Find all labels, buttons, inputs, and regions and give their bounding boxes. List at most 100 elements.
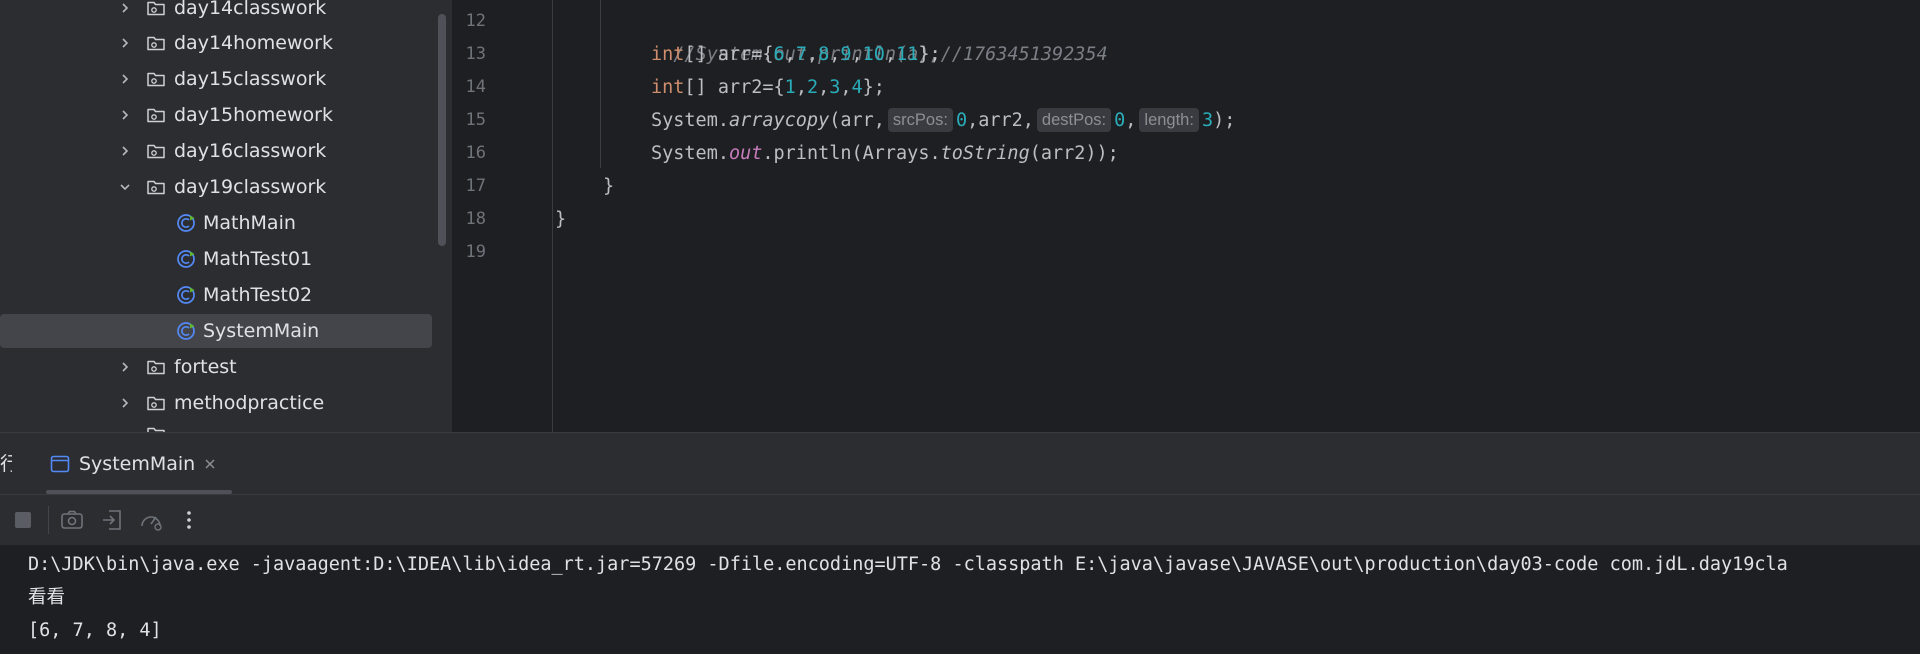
- tree-item-fortest[interactable]: fortest: [0, 350, 432, 384]
- camera-icon[interactable]: [59, 507, 85, 533]
- package-folder-icon: [146, 69, 166, 89]
- static-field: out: [728, 143, 763, 164]
- line-number: 14: [465, 77, 486, 97]
- tree-item-day14classwork[interactable]: day14classwork: [0, 0, 432, 25]
- package-folder-icon: [146, 33, 166, 53]
- code-text: };: [918, 44, 941, 65]
- param-hint-srcpos: srcPos:: [887, 108, 953, 132]
- profiler-icon[interactable]: [138, 507, 164, 533]
- line-number: 18: [465, 209, 486, 229]
- number-literal: 1: [784, 77, 796, 98]
- indent-guide: [600, 0, 601, 168]
- code-text: [] arr={: [684, 44, 774, 65]
- number-literal: 4: [851, 77, 863, 98]
- tree-item-day14homework[interactable]: day14homework: [0, 26, 432, 60]
- tree-item-mathmain[interactable]: MathMain: [0, 206, 432, 240]
- more-options-icon[interactable]: [176, 507, 202, 533]
- code-text: ,: [1125, 110, 1137, 131]
- tree-item-label: day15homework: [174, 104, 333, 126]
- package-folder-icon: [146, 177, 166, 197]
- number-literal: 8: [818, 44, 830, 65]
- code-line-15[interactable]: System.arraycopy(arr, srcPos: 0,arr2, destP…: [651, 104, 1235, 137]
- run-tab-bar: [0, 433, 1920, 495]
- line-number: 15: [465, 110, 486, 130]
- active-tab-indicator: [46, 490, 232, 494]
- keyword: int: [651, 44, 685, 65]
- code-text: (arr2));: [1029, 143, 1119, 164]
- chevron-right-icon[interactable]: [119, 109, 131, 121]
- code-text: System.: [651, 143, 729, 164]
- keyword: int: [651, 77, 685, 98]
- line-number: 12: [465, 11, 486, 31]
- code-line-14[interactable]: int[] arr2={1,2,3,4};: [651, 71, 885, 104]
- code-text: ,arr2,: [967, 110, 1034, 131]
- tree-item-label: day15classwork: [174, 68, 327, 90]
- method-name: toString: [940, 143, 1030, 164]
- code-text: [] arr2={: [684, 77, 785, 98]
- tree-item-label: MathTest02: [203, 284, 313, 306]
- number-literal: 3: [1201, 110, 1214, 131]
- number-literal: 0: [1114, 110, 1126, 131]
- chevron-right-icon[interactable]: [119, 73, 131, 85]
- package-folder-icon: [146, 105, 166, 125]
- tree-item-systemmain[interactable]: SystemMain: [0, 314, 432, 348]
- package-folder-icon: [146, 357, 166, 377]
- console-line: 看看: [28, 587, 66, 608]
- toolbar-separator: [48, 506, 49, 534]
- tree-item-day16classwork[interactable]: day16classwork: [0, 134, 432, 168]
- java-class-icon: [176, 249, 196, 269]
- package-folder-icon: [146, 141, 166, 161]
- login-exit-icon[interactable]: [99, 507, 125, 533]
- tree-item-label: fortest: [174, 356, 237, 378]
- code-line-18[interactable]: }: [555, 203, 566, 236]
- line-number: 19: [465, 242, 486, 262]
- run-tab-systemmain[interactable]: SystemMain: [40, 442, 236, 486]
- tool-window-title[interactable]: 行: [0, 447, 12, 481]
- chevron-right-icon[interactable]: [119, 397, 131, 409]
- tree-item-label: day16classwork: [174, 140, 327, 162]
- chevron-right-icon[interactable]: [119, 2, 131, 14]
- tree-item-day15classwork[interactable]: day15classwork: [0, 62, 432, 96]
- tree-item-label: MathTest01: [203, 248, 313, 270]
- code-line-17[interactable]: }: [603, 170, 614, 203]
- chevron-right-icon[interactable]: [119, 37, 131, 49]
- gutter-divider: [552, 0, 553, 432]
- tree-item-mathtest01[interactable]: MathTest01: [0, 242, 432, 276]
- tree-scrollbar[interactable]: [438, 14, 446, 246]
- code-line-12[interactable]: //System.out.println(a);//1763451392354: [651, 5, 1107, 65]
- number-literal: 11: [896, 44, 919, 65]
- code-text: (arr,: [829, 110, 885, 131]
- tree-item-label: day19classwork: [174, 176, 327, 198]
- java-class-icon: [176, 213, 196, 233]
- number-literal: 10: [862, 44, 885, 65]
- package-folder-icon: [146, 424, 166, 432]
- console-line: D:\JDK\bin\java.exe -javaagent:D:\IDEA\l…: [28, 554, 1788, 575]
- package-folder-icon: [146, 393, 166, 413]
- tree-item-label: day14homework: [174, 32, 333, 54]
- close-tab-icon[interactable]: [203, 457, 217, 471]
- chevron-right-icon[interactable]: [119, 145, 131, 157]
- project-tree-panel: day14classwork day14homework day15classwor…: [0, 0, 452, 432]
- number-literal: 2: [806, 77, 819, 98]
- code-text: );: [1213, 110, 1236, 131]
- console-line: [6, 7, 8, 4]: [28, 620, 162, 641]
- stop-icon[interactable]: [10, 507, 36, 533]
- number-literal: 7: [795, 44, 807, 65]
- tree-item-label: MathMain: [203, 212, 296, 234]
- method-name: arraycopy: [728, 110, 830, 131]
- number-literal: 0: [955, 110, 968, 131]
- code-text: System.: [651, 110, 729, 131]
- tree-item-day19classwork[interactable]: day19classwork: [0, 170, 432, 204]
- code-line-16[interactable]: System.out.println(Arrays.toString(arr2)…: [651, 137, 1119, 170]
- line-number: 17: [465, 176, 486, 196]
- tree-item-day15homework[interactable]: day15homework: [0, 98, 432, 132]
- tree-item-methodpractice[interactable]: methodpractice: [0, 386, 432, 420]
- code-line-13[interactable]: int[] arr={6,7,8,9,10,11};: [651, 38, 941, 71]
- chevron-right-icon[interactable]: [119, 361, 131, 373]
- run-toolbar: [0, 495, 1920, 545]
- param-hint-destpos: destPos:: [1036, 108, 1112, 132]
- tree-item-label: day14classwork: [174, 0, 327, 19]
- code-text: };: [862, 77, 885, 98]
- tree-item-mathtest02[interactable]: MathTest02: [0, 278, 432, 312]
- chevron-down-icon[interactable]: [119, 181, 131, 193]
